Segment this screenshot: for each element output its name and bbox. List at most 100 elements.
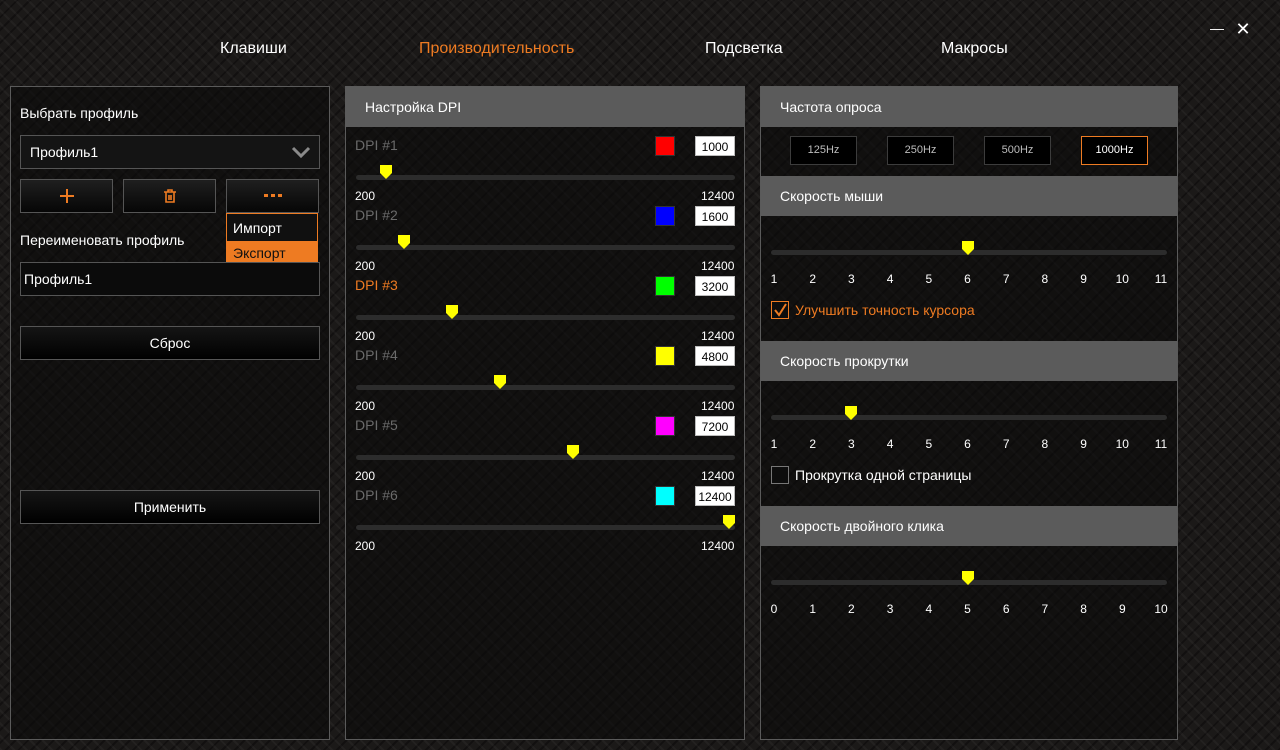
- dpi-color-swatch[interactable]: [655, 486, 675, 506]
- dpi-slider-track[interactable]: [356, 525, 735, 530]
- single-page-scroll-checkbox[interactable]: [771, 466, 789, 484]
- apply-button[interactable]: Применить: [20, 490, 320, 524]
- slider-tick-label: 9: [1118, 602, 1126, 616]
- tab-performance[interactable]: Производительность: [419, 40, 574, 58]
- menu-item-import[interactable]: Импорт: [227, 216, 317, 241]
- dpi-level-label[interactable]: DPI #5: [355, 417, 398, 433]
- dpi-value-input[interactable]: 1000: [695, 136, 735, 156]
- dpi-color-swatch[interactable]: [655, 416, 675, 436]
- slider-tick-label: 9: [1080, 437, 1087, 451]
- slider-thumb[interactable]: [961, 241, 974, 255]
- slider-thumb[interactable]: [961, 571, 974, 585]
- slider-tick-label: 3: [848, 437, 855, 451]
- slider-tick-label: 4: [886, 437, 894, 451]
- dpi-level-label[interactable]: DPI #2: [355, 207, 398, 223]
- dpi-max-label: 12400: [701, 259, 735, 273]
- dpi-value-input[interactable]: 4800: [695, 346, 735, 366]
- slider-tick-label: 6: [964, 437, 971, 451]
- add-profile-button[interactable]: [20, 179, 113, 213]
- select-profile-label: Выбрать профиль: [20, 105, 139, 121]
- slider-tick-label: 8: [1041, 437, 1049, 451]
- slider-tick-label: 3: [848, 272, 855, 286]
- profile-dropdown[interactable]: Профиль1: [20, 135, 320, 169]
- polling-125hz-button[interactable]: 125Hz: [790, 136, 857, 165]
- rename-profile-input[interactable]: Профиль1: [20, 262, 320, 296]
- dpi-slider-thumb[interactable]: [566, 445, 579, 459]
- polling-250hz-button[interactable]: 250Hz: [887, 136, 954, 165]
- dpi-slider-thumb[interactable]: [723, 515, 735, 529]
- slider-tick-label: 8: [1080, 602, 1087, 616]
- dpi-color-swatch[interactable]: [655, 346, 675, 366]
- dpi-slider-track[interactable]: [356, 245, 735, 250]
- dpi-min-label: 200: [355, 329, 376, 343]
- polling-1000hz-button[interactable]: 1000Hz: [1081, 136, 1148, 165]
- slider-tick-label: 4: [886, 272, 894, 286]
- dpi-value-input[interactable]: 12400: [695, 486, 735, 506]
- close-button[interactable]: ✕: [1232, 18, 1254, 40]
- dpi-slider-thumb[interactable]: [380, 165, 393, 179]
- polling-rate-title: Частота опроса: [761, 87, 1177, 127]
- slider-tick-label: 2: [809, 437, 817, 451]
- dpi-level-label[interactable]: DPI #3: [355, 277, 398, 293]
- slider-tick-label: 9: [1080, 272, 1087, 286]
- slider-tick-label: 1: [770, 437, 778, 451]
- more-options-button[interactable]: [226, 179, 319, 213]
- more-options-menu: Импорт Экспорт: [226, 213, 318, 267]
- slider-thumb[interactable]: [845, 406, 858, 420]
- slider-tick-label: 10: [1115, 437, 1129, 451]
- dpi-min-label: 200: [355, 259, 376, 273]
- slider-track[interactable]: [771, 415, 1167, 420]
- dpi-value-input[interactable]: 7200: [695, 416, 735, 436]
- slider-tick-label: 4: [925, 602, 933, 616]
- dpi-section-title: Настройка DPI: [346, 87, 744, 127]
- dpi-max-label: 12400: [701, 469, 735, 483]
- more-icon: [263, 194, 282, 197]
- dpi-level-label[interactable]: DPI #1: [355, 137, 398, 153]
- slider-tick-label: 2: [809, 272, 817, 286]
- dpi-slider-track[interactable]: [356, 455, 735, 460]
- slider-tick-label: 1: [809, 602, 817, 616]
- single-page-scroll-label: Прокрутка одной страницы: [795, 467, 972, 483]
- cursor-precision-label: Улучшить точность курсора: [795, 302, 975, 318]
- cursor-precision-checkbox[interactable]: [771, 301, 789, 319]
- dpi-slider-thumb[interactable]: [494, 375, 507, 389]
- slider-tick-label: 1: [770, 272, 778, 286]
- dpi-max-label: 12400: [701, 189, 735, 203]
- settings-panel: Частота опроса 125Hz 250Hz 500Hz 1000Hz …: [760, 86, 1178, 740]
- minimize-button[interactable]: —: [1206, 17, 1228, 39]
- polling-500hz-button[interactable]: 500Hz: [984, 136, 1051, 165]
- profile-dropdown-value: Профиль1: [30, 144, 99, 160]
- dpi-slider-thumb[interactable]: [446, 305, 459, 319]
- slider-tick-label: 3: [886, 602, 894, 616]
- slider-tick-label: 7: [1002, 272, 1010, 286]
- slider-tick-label: 7: [1002, 437, 1010, 451]
- double-click-title: Скорость двойного клика: [761, 506, 1177, 546]
- dpi-slider-thumb[interactable]: [398, 235, 411, 249]
- tab-macros[interactable]: Макросы: [941, 40, 1008, 58]
- reset-button[interactable]: Сброс: [20, 326, 320, 360]
- tab-keys[interactable]: Клавиши: [220, 40, 287, 58]
- dpi-min-label: 200: [355, 189, 376, 203]
- dpi-color-swatch[interactable]: [655, 276, 675, 296]
- dpi-slider-track[interactable]: [356, 175, 735, 180]
- dpi-panel: Настройка DPI DPI #1 1000 200 12400 DPI #2 16…: [345, 86, 745, 740]
- dpi-color-swatch[interactable]: [655, 206, 675, 226]
- slider-tick-label: 5: [964, 602, 971, 616]
- tab-lighting[interactable]: Подсветка: [705, 40, 783, 58]
- slider-tick-label: 11: [1154, 272, 1168, 286]
- slider-tick-label: 10: [1154, 602, 1168, 616]
- dpi-level-label[interactable]: DPI #4: [355, 347, 398, 363]
- dpi-value-input[interactable]: 3200: [695, 276, 735, 296]
- slider-tick-label: 8: [1041, 272, 1049, 286]
- dpi-level-label[interactable]: DPI #6: [355, 487, 398, 503]
- dpi-slider-track[interactable]: [356, 315, 735, 320]
- plus-icon: [59, 189, 74, 203]
- dpi-color-swatch[interactable]: [655, 136, 675, 156]
- dpi-slider-track[interactable]: [356, 385, 735, 390]
- mouse-speed-title: Скорость мыши: [761, 176, 1177, 216]
- slider-tick-label: 5: [925, 437, 933, 451]
- dpi-min-label: 200: [355, 469, 376, 483]
- delete-profile-button[interactable]: [123, 179, 216, 213]
- dpi-value-input[interactable]: 1600: [695, 206, 735, 226]
- rename-profile-label: Переименовать профиль: [20, 232, 185, 248]
